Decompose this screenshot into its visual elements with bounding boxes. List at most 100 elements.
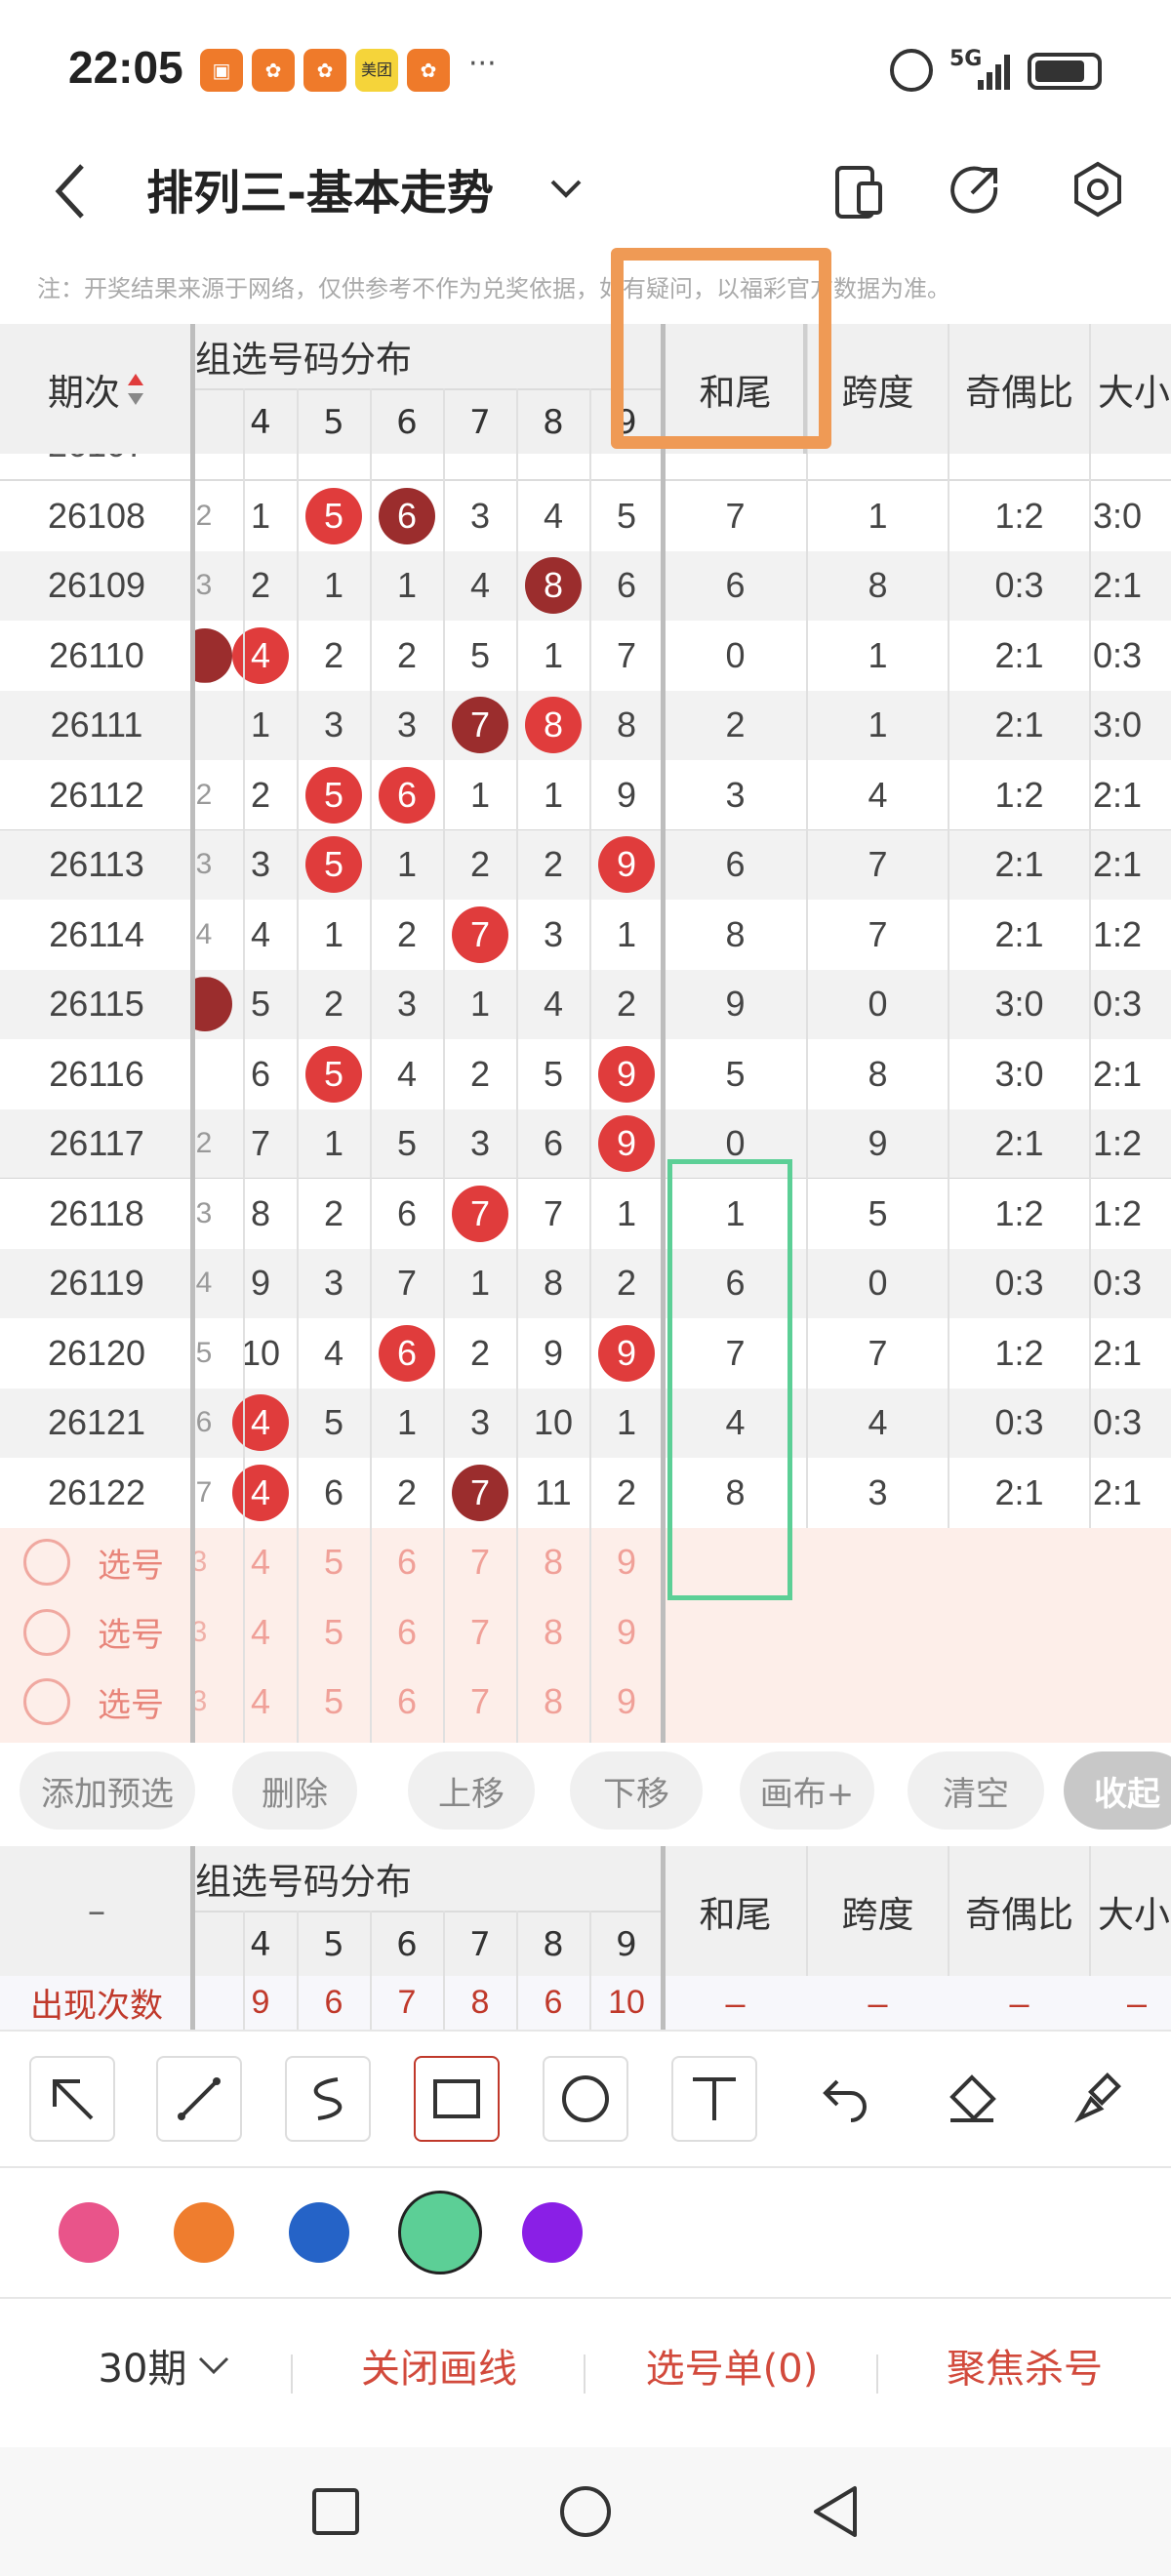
summary-table: – 组选号码分布 4 5 6 7 8 9 和尾 跨度 奇偶比 大小 出现次数 9 6 7 8 6 10 – – – – [0,1846,1171,2030]
span-cell: 4 [868,774,888,815]
select-digit[interactable]: 7 [444,1597,517,1668]
select-digit[interactable]: 6 [371,1668,444,1738]
circle-tool-button[interactable] [543,2056,628,2142]
brush-tool-button[interactable] [1056,2056,1142,2142]
close-draw-button[interactable]: 关闭画线 [298,2337,581,2394]
select-radio[interactable] [23,1539,70,1587]
page-title[interactable]: 排列三-基本走势 [146,154,494,222]
undo-tool-button[interactable] [800,2056,886,2142]
arrow-icon [43,2070,101,2128]
circle-icon [556,2070,615,2128]
digit-cell: 3 [250,844,271,885]
select-digit[interactable]: 8 [517,1597,590,1668]
group-divider-vertical [661,1846,666,2030]
digit-cell: 1 [543,774,564,815]
selection-row[interactable]: 选号 3 4 5 6 7 8 9 [0,1597,664,1668]
digit-header: 4 [250,403,271,442]
alarm-icon [890,49,933,92]
table-row[interactable]: 26109 3 2 1 1 4 8 6 6 8 0:3 2:1 [0,550,1171,621]
table-row[interactable]: 26117 2 7 1 5 3 6 9 0 9 2:1 1:2 [0,1108,1171,1179]
back-icon[interactable] [51,160,90,222]
table-row[interactable]: 26120 5 10 4 6 2 9 9 7 7 1:2 2:1 [0,1318,1171,1389]
selection-row[interactable]: 选号 3 4 5 6 7 8 9 [0,1668,664,1738]
table-row[interactable]: 26122 7 4 6 2 7 11 2 8 3 2:1 2:1 [0,1458,1171,1528]
phone-layout-icon[interactable] [831,162,886,221]
table-row[interactable]: 26116 6 5 4 2 5 9 5 8 3:0 2:1 [0,1039,1171,1109]
color-swatch[interactable] [522,2202,583,2263]
digit-cell: 1 [469,1263,491,1304]
arrow-tool-button[interactable] [29,2056,115,2142]
freehand-tool-button[interactable] [285,2056,371,2142]
trend-table[interactable]: 期次组选号码分布456789和尾跨度奇偶比大小26107261082156345… [0,248,1171,1743]
select-radio[interactable] [23,1608,70,1656]
select-digit[interactable]: 9 [590,1668,664,1738]
table-row[interactable]: 26113 3 3 5 1 2 2 9 6 7 2:1 2:1 [0,829,1171,900]
table-row[interactable]: 26121 6 4 5 1 3 10 1 4 4 0:3 0:3 [0,1388,1171,1458]
odd-even-cell: 2:1 [994,1123,1044,1164]
select-digit[interactable]: 7 [444,1528,517,1598]
select-digit[interactable]: 4 [224,1597,298,1668]
distribution-header: 组选号码分布 [195,339,412,381]
digit-cell: 1 [323,913,344,954]
focus-kill-button[interactable]: 聚焦杀号 [883,2337,1166,2394]
selection-row[interactable]: 选号 3 4 5 6 7 8 9 [0,1528,664,1598]
select-digit[interactable]: 9 [590,1597,664,1668]
action-button[interactable]: 删除 [232,1751,357,1830]
action-button[interactable]: 上移 [408,1751,535,1830]
select-digit[interactable]: 6 [371,1597,444,1668]
text-tool-button[interactable] [671,2056,757,2142]
digit-ball: 5 [305,1045,362,1103]
table-row[interactable]: 26111 1 3 3 7 8 8 2 1 2:1 3:0 [0,690,1171,760]
recents-icon[interactable] [310,2486,361,2537]
select-digit[interactable]: 8 [517,1668,590,1738]
table-row[interactable]: 26115 5 2 3 1 4 2 9 0 3:0 0:3 [0,969,1171,1039]
select-digit[interactable]: 5 [298,1528,371,1598]
table-row[interactable]: 26118 3 8 2 6 7 7 1 1 5 1:2 1:2 [0,1179,1171,1249]
rectangle-tool-button[interactable] [414,2056,500,2142]
action-button[interactable]: 下移 [570,1751,703,1830]
summary-sum-tail-header: 和尾 [699,1893,772,1936]
select-digit[interactable]: 4 [224,1668,298,1738]
share-icon[interactable] [949,162,1003,217]
period-header[interactable]: 期次 [0,324,193,454]
select-digit[interactable]: 7 [444,1668,517,1738]
table-row[interactable]: 26114 4 4 1 2 7 3 1 8 7 2:1 1:2 [0,900,1171,970]
select-radio[interactable] [23,1678,70,1726]
digit-cell: 2 [396,913,418,954]
digit-cell: 1 [469,984,491,1025]
select-digit[interactable]: 4 [224,1528,298,1598]
sum-tail-cell: 8 [725,913,746,954]
digit-cell: 4 [543,984,564,1025]
digit-ball: 7 [452,1185,508,1242]
table-row[interactable]: 26108 2 1 5 6 3 4 5 7 1 1:2 3:0 [0,481,1171,551]
table-row[interactable]: 26112 2 2 5 6 1 1 9 3 4 1:2 2:1 [0,760,1171,830]
back-nav-icon[interactable] [808,2482,863,2541]
action-button[interactable]: 清空 [908,1751,1044,1830]
color-swatch[interactable] [289,2202,349,2263]
action-button[interactable]: 画布+ [740,1751,874,1830]
select-digit[interactable]: 6 [371,1528,444,1598]
big-small-cell: 1:2 [1093,1123,1143,1164]
chevron-down-icon[interactable] [546,170,586,209]
line-tool-button[interactable] [156,2056,242,2142]
select-digit[interactable]: 5 [298,1597,371,1668]
settings-icon[interactable] [1069,160,1127,219]
digit-cell: 5 [616,495,637,536]
table-row[interactable]: 26119 4 9 3 7 1 8 2 6 0 0:3 0:3 [0,1248,1171,1318]
digit-cell: 2 [469,1053,491,1094]
period-selector[interactable]: 30期 [68,2337,263,2394]
action-button[interactable]: 收起 [1064,1751,1171,1830]
selection-list-button[interactable]: 选号单(0) [590,2337,873,2394]
eraser-tool-button[interactable] [929,2056,1015,2142]
column-line [806,1846,808,1976]
color-swatch[interactable] [59,2202,119,2263]
action-button[interactable]: 添加预选 [20,1751,195,1830]
color-swatch[interactable] [174,2202,234,2263]
color-swatch[interactable] [398,2191,482,2274]
home-icon[interactable] [558,2484,613,2539]
column-line [1089,1846,1091,1976]
select-digit[interactable]: 9 [590,1528,664,1598]
select-digit[interactable]: 5 [298,1668,371,1738]
select-digit[interactable]: 8 [517,1528,590,1598]
table-row[interactable]: 26110 4 2 2 5 1 7 0 1 2:1 0:3 [0,621,1171,691]
